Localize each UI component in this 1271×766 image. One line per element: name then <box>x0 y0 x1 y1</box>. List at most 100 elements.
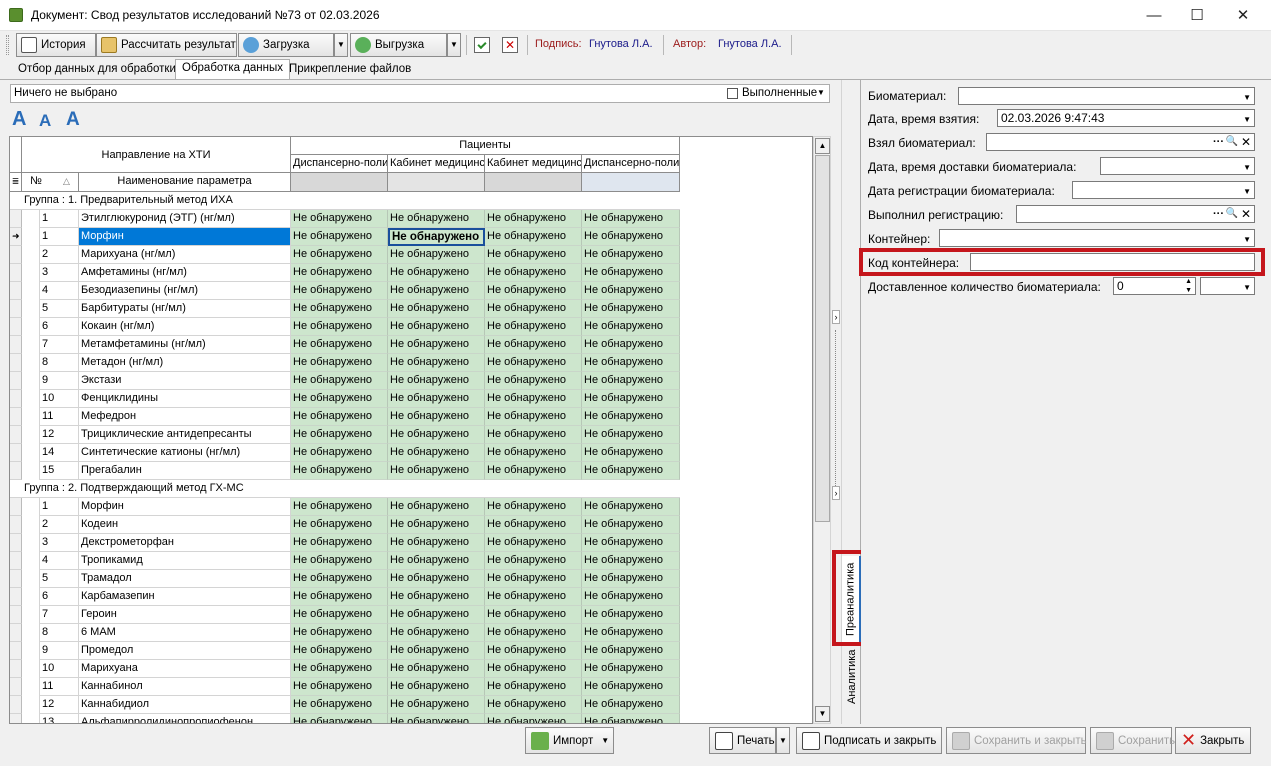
row-indicator[interactable] <box>10 552 22 570</box>
patient-filter-cell[interactable] <box>291 173 388 192</box>
tab-preanalytics[interactable]: Преаналитика <box>842 556 862 642</box>
splitter-collapse-icon[interactable]: › <box>832 310 840 324</box>
result-cell[interactable]: Не обнаружено <box>582 678 680 696</box>
result-cell[interactable]: Не обнаружено <box>582 372 680 390</box>
result-cell[interactable]: Не обнаружено <box>388 444 485 462</box>
tab-data-processing[interactable]: Обработка данных <box>175 59 291 80</box>
result-cell[interactable]: Не обнаружено <box>291 390 388 408</box>
result-cell[interactable]: Не обнаружено <box>485 570 582 588</box>
result-cell[interactable]: Не обнаружено <box>291 660 388 678</box>
tab-analytics[interactable]: Аналитика <box>842 646 862 708</box>
result-cell[interactable]: Не обнаружено <box>388 408 485 426</box>
patient-column-header[interactable]: Диспансерно-поли <box>291 155 388 173</box>
import-button[interactable]: Импорт ▼ <box>525 727 614 754</box>
result-cell[interactable]: Не обнаружено <box>388 534 485 552</box>
splitter-expand-icon[interactable]: › <box>832 486 840 500</box>
ellipsis-icon[interactable]: ··· <box>1213 134 1224 150</box>
result-cell[interactable]: Не обнаружено <box>485 534 582 552</box>
result-cell[interactable]: Не обнаружено <box>291 588 388 606</box>
scroll-down-arrow[interactable]: ▼ <box>815 706 830 722</box>
result-cell[interactable]: Не обнаружено <box>485 660 582 678</box>
result-cell[interactable]: Не обнаружено <box>582 714 680 723</box>
result-cell[interactable]: Не обнаружено <box>485 210 582 228</box>
result-cell[interactable]: Не обнаружено <box>291 372 388 390</box>
row-indicator[interactable] <box>10 282 22 300</box>
result-cell[interactable]: Не обнаружено <box>388 570 485 588</box>
patient-filter-cell[interactable] <box>388 173 485 192</box>
result-cell[interactable]: Не обнаружено <box>388 714 485 723</box>
result-cell[interactable]: Не обнаружено <box>582 390 680 408</box>
row-indicator[interactable] <box>10 498 22 516</box>
result-cell[interactable]: Не обнаружено <box>485 318 582 336</box>
table-row[interactable]: 9 Промедол Не обнаружено Не обнаружено Не об… <box>10 642 680 660</box>
biomaterial-select[interactable]: ▼ <box>958 87 1255 105</box>
result-cell[interactable]: Не обнаружено <box>582 534 680 552</box>
registration-date-field[interactable]: ▼ <box>1072 181 1255 199</box>
row-indicator[interactable] <box>10 696 22 714</box>
result-cell[interactable]: Не обнаружено <box>291 498 388 516</box>
result-cell[interactable]: Не обнаружено <box>291 714 388 723</box>
result-cell[interactable]: Не обнаружено <box>291 354 388 372</box>
font-larger-icon[interactable]: A <box>66 109 80 131</box>
row-indicator[interactable] <box>10 426 22 444</box>
delivered-qty-spinner[interactable]: 0 ▲ ▼ <box>1113 277 1196 295</box>
row-indicator[interactable] <box>10 408 22 426</box>
column-chooser-icon[interactable]: ≣ <box>10 173 22 192</box>
result-cell[interactable]: Не обнаружено <box>582 696 680 714</box>
panel-splitter[interactable]: › › <box>831 80 841 724</box>
history-button[interactable]: История <box>16 33 96 57</box>
result-cell[interactable]: Не обнаружено <box>582 264 680 282</box>
search-icon[interactable]: 🔍 <box>1226 206 1238 222</box>
result-cell[interactable]: Не обнаружено <box>291 552 388 570</box>
result-cell[interactable]: Не обнаружено <box>582 408 680 426</box>
font-smaller-icon[interactable]: A <box>39 111 51 131</box>
result-cell[interactable]: Не обнаружено <box>582 318 680 336</box>
result-cell[interactable]: Не обнаружено <box>291 228 388 246</box>
row-indicator[interactable] <box>10 264 22 282</box>
scroll-up-arrow[interactable]: ▲ <box>815 138 830 154</box>
result-cell[interactable]: Не обнаружено <box>485 624 582 642</box>
row-indicator[interactable] <box>10 678 22 696</box>
save-button[interactable]: Сохранить <box>1090 727 1175 754</box>
table-row[interactable]: 7 Метамфетамины (нг/мл) Не обнаружено Не об… <box>10 336 680 354</box>
table-row[interactable]: 7 Героин Не обнаружено Не обнаружено Не обна… <box>10 606 680 624</box>
patient-column-header[interactable]: Кабинет медицинс <box>485 155 582 173</box>
result-cell[interactable]: Не обнаружено <box>388 678 485 696</box>
result-cell[interactable]: Не обнаружено <box>485 516 582 534</box>
delivery-datetime-field[interactable]: ▼ <box>1100 157 1255 175</box>
spinner-arrows-icon[interactable]: ▲ ▼ <box>1185 278 1192 294</box>
result-cell[interactable]: Не обнаружено <box>582 660 680 678</box>
row-indicator[interactable] <box>10 624 22 642</box>
taken-datetime-field[interactable]: 02.03.2026 9:47:43 ▼ <box>997 109 1255 127</box>
tab-attach-files[interactable]: Прикрепление файлов <box>283 61 417 80</box>
result-cell[interactable]: Не обнаружено <box>291 570 388 588</box>
result-cell[interactable]: Не обнаружено <box>582 426 680 444</box>
result-cell[interactable]: Не обнаружено <box>388 282 485 300</box>
table-row[interactable]: 1 Этилглюкуронид (ЭТГ) (нг/мл) Не обнаруже… <box>10 210 680 228</box>
load-dropdown-arrow[interactable]: ▼ <box>334 33 348 57</box>
table-row[interactable]: 12 Трициклические антидепресанты Не обнару… <box>10 426 680 444</box>
result-cell[interactable]: Не обнаружено <box>485 588 582 606</box>
close-button[interactable]: ✕ Закрыть <box>1175 727 1251 754</box>
result-cell[interactable]: Не обнаружено <box>388 516 485 534</box>
result-cell[interactable]: Не обнаружено <box>485 264 582 282</box>
result-cell[interactable]: Не обнаружено <box>485 372 582 390</box>
result-cell[interactable]: Не обнаружено <box>388 372 485 390</box>
result-cell[interactable]: Не обнаружено <box>485 678 582 696</box>
result-cell[interactable]: Не обнаружено <box>291 444 388 462</box>
result-cell[interactable]: Не обнаружено <box>291 426 388 444</box>
row-indicator[interactable]: ➜ <box>10 228 22 246</box>
registered-by-field[interactable]: ··· 🔍 ✕ <box>1016 205 1255 223</box>
close-window-button[interactable]: ✕ <box>1220 0 1266 31</box>
table-row[interactable]: 9 Экстази Не обнаружено Не обнаружено Не обн… <box>10 372 680 390</box>
table-row[interactable]: 12 Каннабидиол Не обнаружено Не обнаружено Н… <box>10 696 680 714</box>
result-cell[interactable]: Не обнаружено <box>485 282 582 300</box>
delivered-unit-select[interactable]: ▼ <box>1200 277 1255 295</box>
table-row[interactable]: 10 Фенциклидины Не обнаружено Не обнаружено… <box>10 390 680 408</box>
result-cell[interactable]: Не обнаружено <box>485 462 582 480</box>
row-indicator[interactable] <box>10 372 22 390</box>
result-cell[interactable]: Не обнаружено <box>582 462 680 480</box>
group-row[interactable]: Группа : 2. Подтверждающий метод ГХ-МС <box>10 480 680 498</box>
result-cell[interactable]: Не обнаружено <box>582 444 680 462</box>
ellipsis-icon[interactable]: ··· <box>1213 206 1224 222</box>
